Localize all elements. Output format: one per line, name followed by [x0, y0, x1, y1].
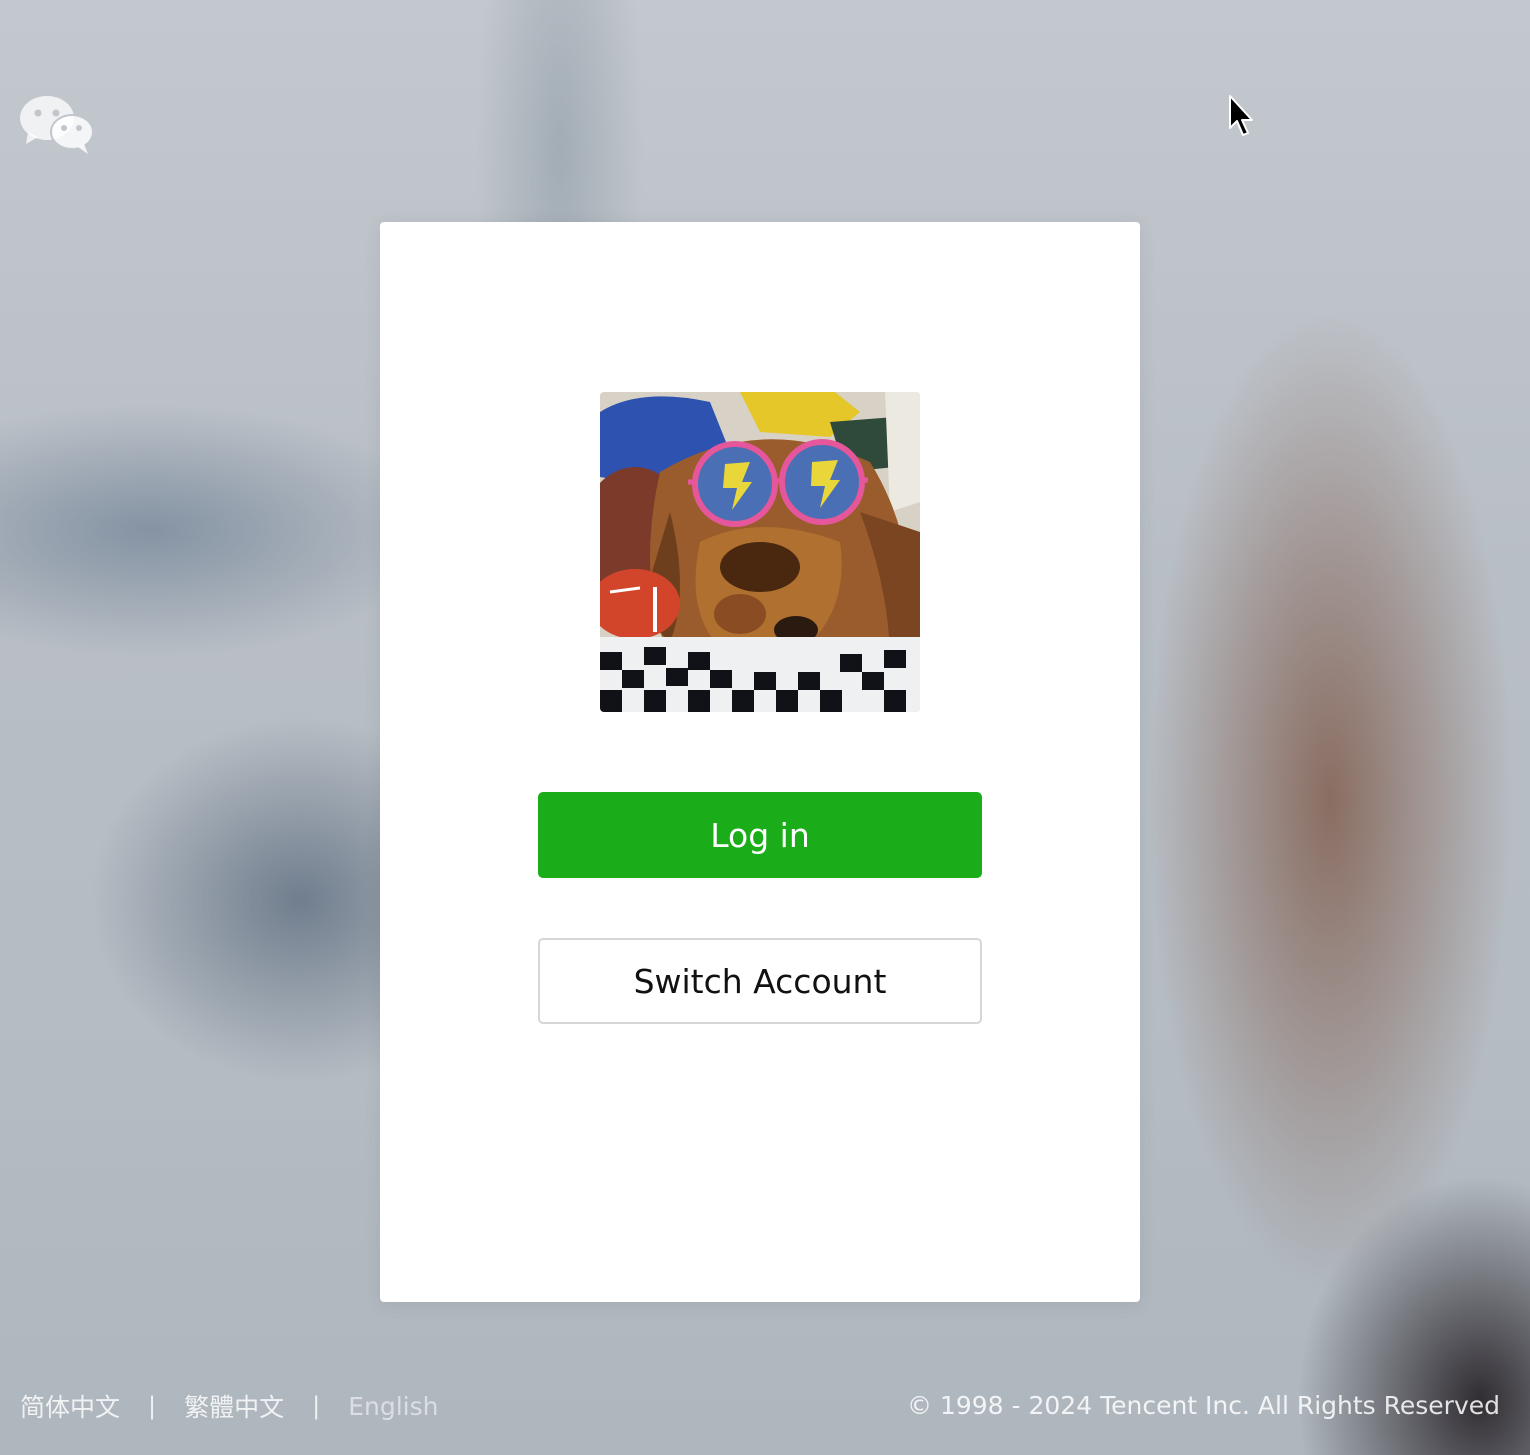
wechat-logo-icon [18, 94, 94, 156]
mouse-cursor-icon [1228, 94, 1256, 138]
language-english[interactable]: English [348, 1392, 438, 1421]
copyright-text: © 1998 - 2024 Tencent Inc. All Rights Re… [907, 1391, 1500, 1420]
language-traditional-chinese[interactable]: 繁體中文 [184, 1388, 284, 1424]
language-separator: | [312, 1392, 321, 1420]
user-avatar [600, 392, 920, 712]
language-simplified-chinese[interactable]: 简体中文 [20, 1388, 120, 1424]
language-switcher: 简体中文 | 繁體中文 | English [20, 1388, 439, 1424]
language-separator: | [148, 1392, 157, 1420]
login-button[interactable]: Log in [538, 792, 982, 878]
switch-account-button[interactable]: Switch Account [538, 938, 982, 1024]
login-card: Log in Switch Account [380, 222, 1140, 1302]
